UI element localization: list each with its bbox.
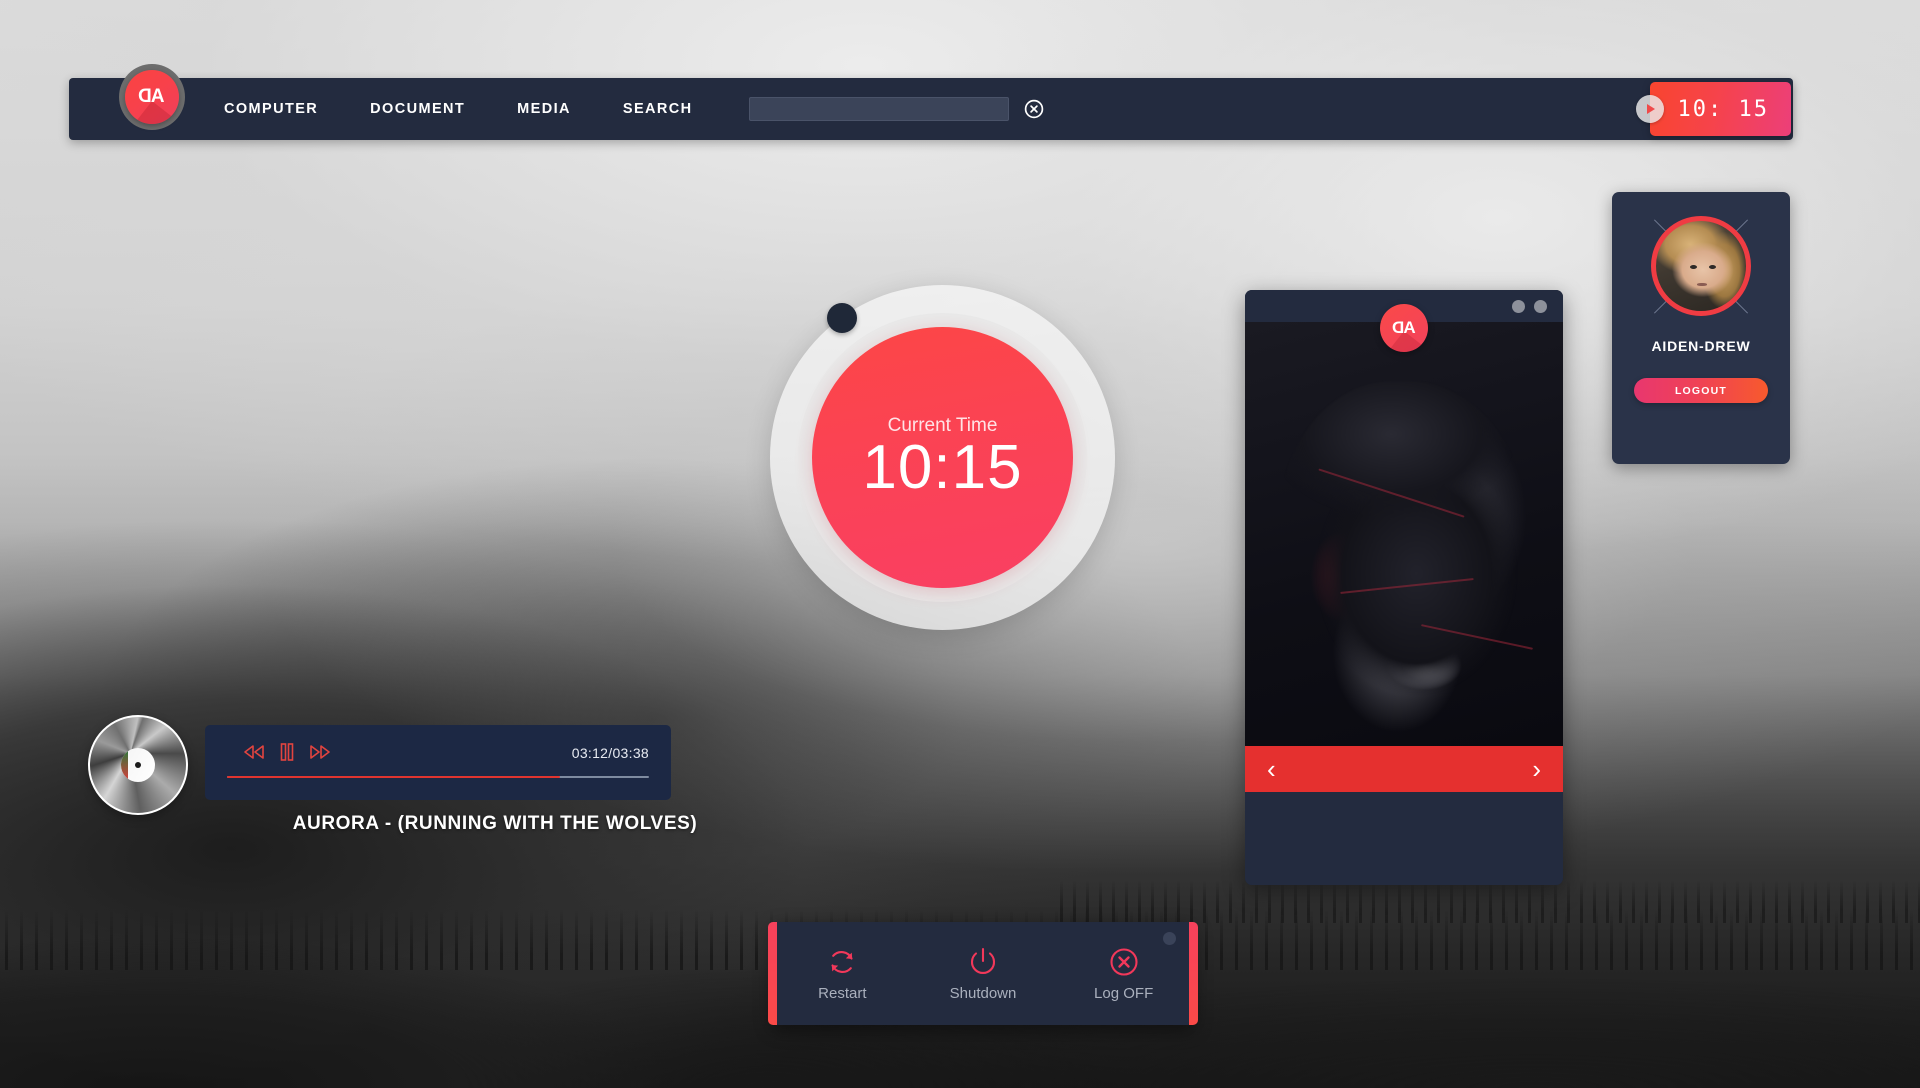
music-player: 03:12/03:38 AURORA - (RUNNING WITH THE W… [88,705,738,865]
avatar-eye-right [1709,265,1716,269]
power-menu-label-logoff: Log OFF [1094,985,1154,1002]
nav-item-list: COMPUTER DOCUMENT MEDIA SEARCH [224,101,745,117]
restart-icon [831,951,853,973]
power-menu-label-restart: Restart [818,985,867,1002]
search-box[interactable] [748,97,1009,121]
user-profile-panel: AIDEN-DREW LOGOUT [1612,192,1790,464]
current-time-widget: Current Time 10:15 [770,285,1115,630]
search-input[interactable] [755,98,1002,120]
avatar-wrap [1651,216,1751,316]
clock-time: 10:15 [862,432,1023,502]
rewind-icon[interactable] [243,744,265,760]
power-menu-item-restart[interactable]: Restart [787,945,897,1002]
taskbar-clock[interactable]: 10: 15 [1635,78,1791,140]
play-icon[interactable] [1635,95,1664,123]
media-badge-text: AD [1392,318,1416,337]
media-widget-footer [1245,792,1563,885]
album-disc-icon [88,715,188,815]
music-time-display: 03:12/03:38 [571,745,649,761]
avatar-mouth [1697,283,1707,286]
clock-indicator-dot [827,303,857,333]
nav-item-document[interactable]: DOCUMENT [370,101,465,117]
minimize-dot-icon[interactable] [1512,299,1525,313]
music-player-controls [243,743,331,761]
avatar-eye-left [1690,265,1697,269]
logo-text: AD [139,86,165,107]
power-icon [970,947,995,975]
logout-button[interactable]: LOGOUT [1634,378,1768,403]
music-player-bar: 03:12/03:38 [205,725,671,800]
top-navigation-bar: AD COMPUTER DOCUMENT MEDIA SEARCH 10: 15 [69,64,1793,140]
chevron-left-icon[interactable]: ‹ [1267,756,1276,782]
username-label: AIDEN-DREW [1651,338,1751,354]
clock-face: Current Time 10:15 [812,327,1073,588]
power-menu-label-shutdown: Shutdown [949,985,1017,1002]
maximize-dot-icon[interactable] [1534,299,1547,313]
track-title: AURORA - (RUNNING WITH THE WOLVES) [292,813,698,834]
tree-spikes-background [1056,881,1920,923]
media-widget-logo-badge: AD [1380,304,1428,352]
power-menu-item-logoff[interactable]: Log OFF [1069,945,1179,1002]
taskbar-clock-time: 10: 15 [1649,82,1791,136]
media-widget-nav: ‹ › [1245,746,1563,792]
logo-circle-icon: AD [125,70,179,124]
nav-item-search[interactable]: SEARCH [623,101,693,117]
chevron-right-icon[interactable]: › [1532,756,1541,782]
disc-hub [121,748,155,782]
music-progress-fill [227,775,561,778]
power-menu: Restart Shutdown Log OFF [768,922,1198,1025]
media-viewer-widget: AD ‹ › [1245,290,1563,885]
helmet-figure [1276,381,1532,713]
close-circle-icon [1110,948,1138,976]
disc-hole [135,762,141,768]
nav-item-media[interactable]: MEDIA [517,101,571,117]
power-menu-close-dot[interactable] [1163,932,1176,945]
app-logo[interactable]: AD [119,64,185,130]
pause-icon[interactable] [280,743,294,761]
close-circle-icon[interactable] [1023,98,1045,120]
fast-forward-icon[interactable] [309,744,331,760]
music-progress-bar[interactable] [227,775,649,778]
nav-item-computer[interactable]: COMPUTER [224,101,318,117]
power-menu-item-shutdown[interactable]: Shutdown [928,945,1038,1002]
media-widget-photo [1245,322,1563,746]
avatar[interactable] [1651,216,1751,316]
